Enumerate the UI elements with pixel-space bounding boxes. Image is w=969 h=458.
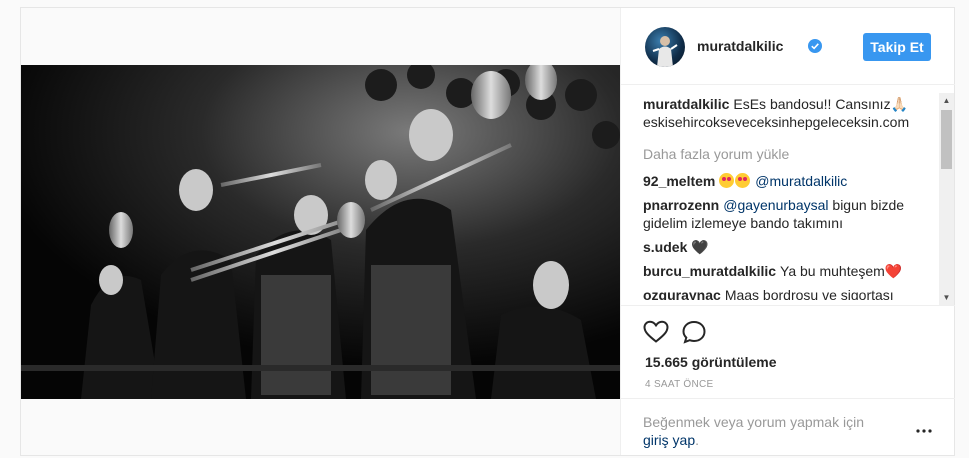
comment-username[interactable]: burcu_muratdalkilic — [643, 263, 776, 279]
scroll-down-arrow-icon[interactable]: ▼ — [939, 290, 954, 305]
post-username[interactable]: muratdalkilic — [697, 38, 783, 54]
caption-username[interactable]: muratdalkilic — [643, 96, 729, 112]
comment-item: 92_meltem @muratdalkilic — [643, 172, 933, 190]
login-period: . — [695, 432, 700, 448]
login-footer: Beğenmek veya yorum yapmak için giriş ya… — [621, 398, 955, 456]
post-photo[interactable] — [21, 65, 620, 399]
more-options-icon[interactable] — [915, 427, 933, 435]
post-header: muratdalkilic Takip Et — [621, 8, 955, 85]
post-actions: 15.665 görüntüleme 4 SAAT ÖNCE — [621, 305, 955, 390]
heart-icon[interactable] — [643, 320, 669, 344]
post-card: muratdalkilic Takip Et muratdalkilic EsEs… — [20, 7, 955, 456]
comment-mention[interactable]: @gayenurbaysal — [723, 197, 828, 213]
login-prompt-text: Beğenmek veya yorum yapmak için — [643, 414, 864, 430]
comment-username[interactable]: 92_meltem — [643, 173, 715, 189]
comment-text: 🖤 — [691, 239, 709, 255]
comment-text: Ya bu muhteşem❤️ — [780, 263, 903, 279]
comment-username[interactable]: pnarrozenn — [643, 197, 719, 213]
post-sidebar: muratdalkilic Takip Et muratdalkilic EsEs… — [620, 8, 955, 455]
comment-item: pnarrozenn @gayenurbaysal bigun bizde gid… — [643, 196, 933, 232]
post-timestamp[interactable]: 4 SAAT ÖNCE — [645, 379, 714, 390]
comment-item: burcu_muratdalkilic Ya bu muhteşem❤️ — [643, 262, 933, 280]
heart-eyes-emoji-icon — [735, 173, 751, 188]
comment-mention[interactable]: @muratdalkilic — [755, 173, 847, 189]
scroll-thumb[interactable] — [941, 110, 952, 169]
scroll-up-arrow-icon[interactable]: ▲ — [939, 93, 954, 108]
caption: muratdalkilic EsEs bandosu!! Cansınız🙏🏻 e… — [643, 95, 933, 131]
follow-button[interactable]: Takip Et — [863, 33, 931, 61]
avatar-image — [652, 36, 678, 67]
band-photo-image — [21, 65, 620, 399]
heart-eyes-emoji-icon — [719, 173, 735, 188]
comments-list: muratdalkilic EsEs bandosu!! Cansınız🙏🏻 e… — [643, 95, 933, 300]
avatar[interactable] — [645, 27, 685, 67]
comment-username[interactable]: ozguraynac — [643, 287, 721, 300]
post-media-area — [21, 8, 620, 455]
comments-scrollbar[interactable]: ▲ ▼ — [939, 93, 954, 305]
load-more-comments-button[interactable]: Daha fazla yorum yükle — [643, 145, 933, 163]
verified-badge-icon — [808, 39, 822, 53]
comment-item: s.udek 🖤 — [643, 238, 933, 256]
comment-item: ozguraynac Maaş bordrosu ve sigortası — [643, 286, 933, 300]
comment-username[interactable]: s.udek — [643, 239, 687, 255]
login-link[interactable]: giriş yap — [643, 432, 695, 448]
comment-icon[interactable] — [681, 320, 707, 344]
login-prompt: Beğenmek veya yorum yapmak için giriş ya… — [643, 413, 893, 449]
views-count[interactable]: 15.665 görüntüleme — [645, 354, 777, 370]
comment-text: Maaş bordrosu ve sigortası — [724, 287, 894, 300]
